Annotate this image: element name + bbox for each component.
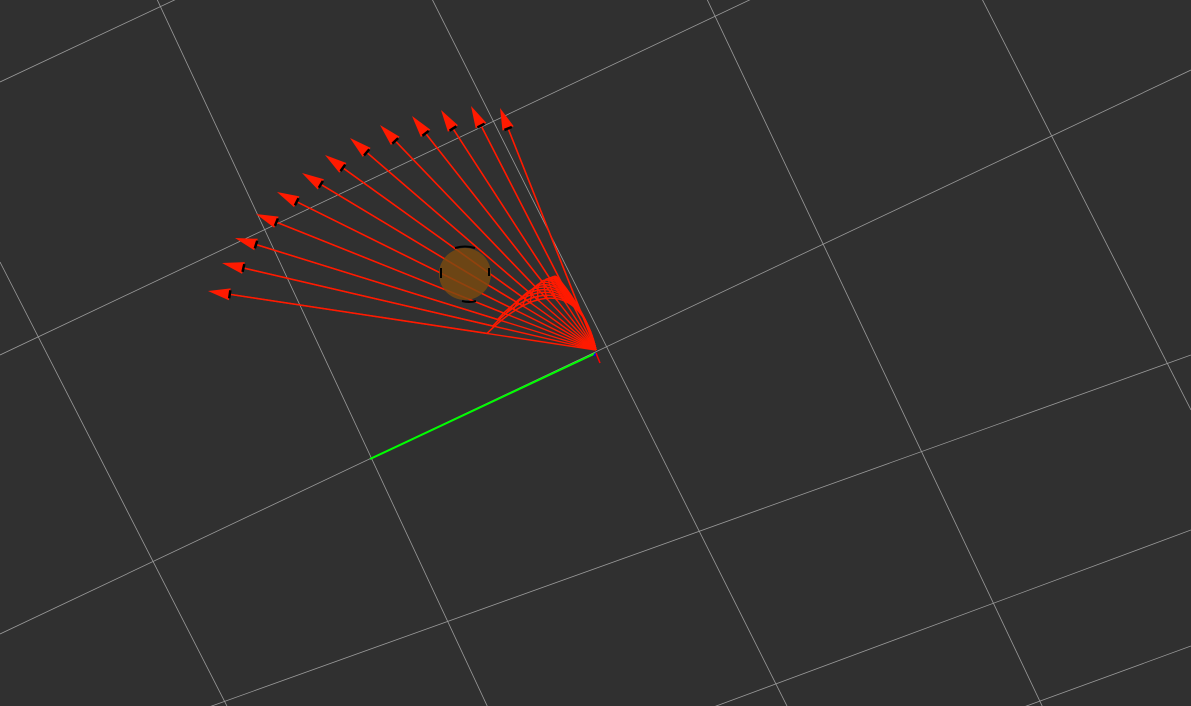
arrow-base-marker bbox=[227, 290, 232, 299]
obstacle-sphere bbox=[439, 248, 491, 300]
scene-canvas[interactable] bbox=[0, 0, 1191, 706]
arrow-base-marker bbox=[241, 263, 246, 273]
3d-render-viewport[interactable] bbox=[0, 0, 1191, 706]
